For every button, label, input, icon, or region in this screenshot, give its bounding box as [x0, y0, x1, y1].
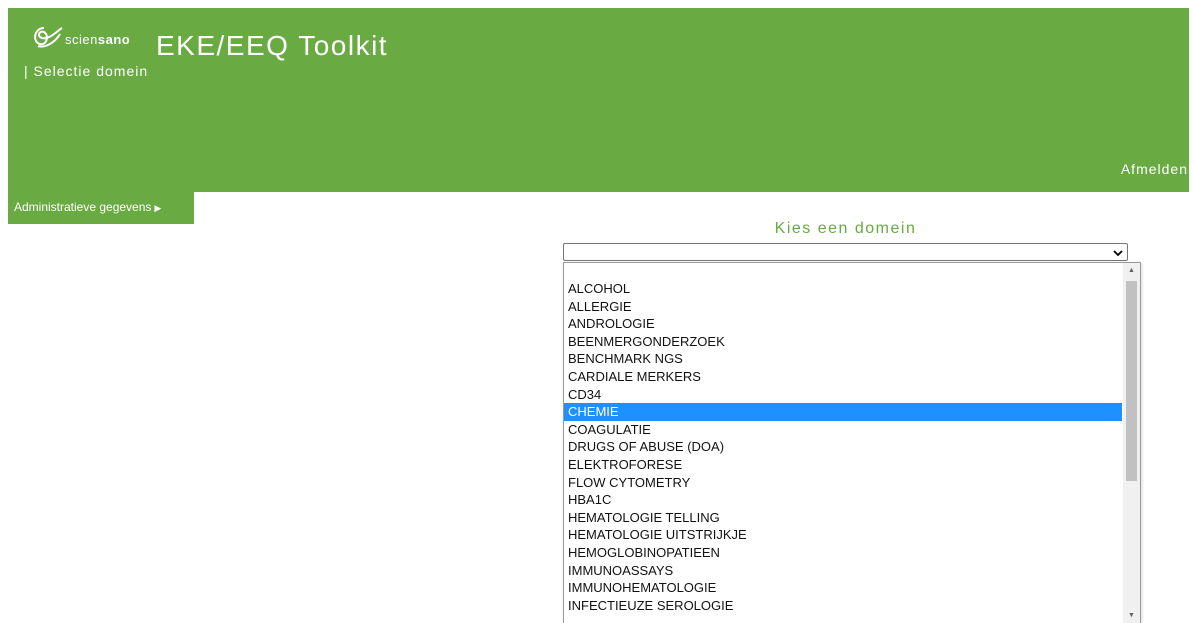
domain-select[interactable] [563, 243, 1128, 261]
app-header: sciensano EKE/EEQ Toolkit | Selectie dom… [8, 8, 1189, 192]
administrative-data-tab[interactable]: Administratieve gegevens ▶ [8, 192, 194, 224]
domain-option[interactable]: IMMUNOHEMATOLOGIE [564, 579, 1122, 597]
sciensano-logo-mark-icon [34, 27, 63, 48]
domain-option[interactable]: ANDROLOGIE [564, 315, 1122, 333]
app-title: EKE/EEQ Toolkit [156, 30, 389, 61]
list-scrollbar[interactable]: ▲ ▼ [1123, 263, 1140, 623]
logo-text: sciensano [65, 31, 131, 47]
domain-option[interactable]: HEMATOLOGIE TELLING [564, 509, 1122, 527]
page-subtitle: | Selectie domein [24, 63, 149, 79]
domain-option[interactable]: ELEKTROFORESE [564, 456, 1122, 474]
domain-option[interactable]: DRUGS OF ABUSE (DOA) [564, 438, 1122, 456]
triangle-right-icon: ▶ [154, 203, 162, 213]
domain-option[interactable]: IMMUNOASSAYS [564, 562, 1122, 580]
domain-option[interactable]: CD34 [564, 386, 1122, 404]
domain-option[interactable]: HEMATOLOGIE UITSTRIJKJE [564, 526, 1122, 544]
scroll-up-icon[interactable]: ▲ [1123, 267, 1140, 274]
domain-option[interactable]: INFECTIEUZE SEROLOGIE [564, 597, 1122, 615]
domain-option[interactable]: CHEMIE [564, 403, 1122, 421]
domain-option[interactable]: FLOW CYTOMETRY [564, 474, 1122, 492]
domain-option[interactable]: ALLERGIE [564, 298, 1122, 316]
scrollbar-thumb[interactable] [1126, 281, 1137, 481]
domain-option[interactable]: CARDIALE MERKERS [564, 368, 1122, 386]
domain-option[interactable]: ALCOHOL [564, 280, 1122, 298]
logout-link[interactable]: Afmelden [1121, 161, 1188, 177]
scroll-down-icon[interactable]: ▼ [1123, 612, 1140, 619]
sciensano-logo: sciensano [30, 24, 130, 50]
administrative-data-label: Administratieve gegevens [14, 200, 152, 214]
domain-options-list[interactable]: ALCOHOL ALLERGIE ANDROLOGIE BEENMERGONDERZO… [563, 262, 1141, 623]
domain-option[interactable]: BENCHMARK NGS [564, 350, 1122, 368]
chevron-down-icon [1113, 250, 1123, 257]
domain-option[interactable]: BEENMERGONDERZOEK [564, 333, 1122, 351]
domain-select-label: Kies een domein [774, 220, 917, 237]
domain-option[interactable]: COAGULATIE [564, 421, 1122, 439]
domain-option[interactable]: HEMOGLOBINOPATIEEN [564, 544, 1122, 562]
domain-option[interactable]: HBA1C [564, 491, 1122, 509]
